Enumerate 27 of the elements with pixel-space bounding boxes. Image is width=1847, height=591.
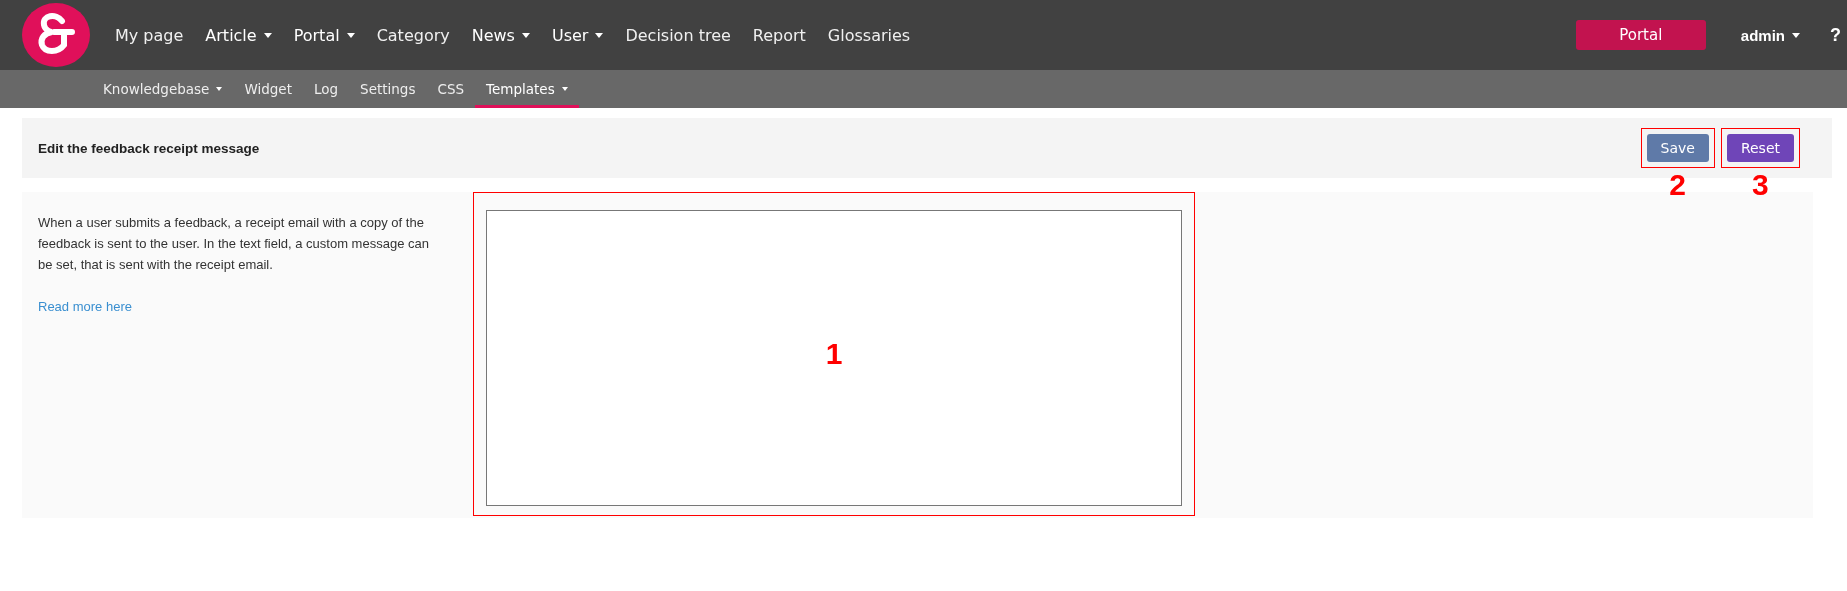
sub-nav-tab[interactable]: Templates [475,70,579,108]
sub-nav-tab[interactable]: Knowledgebase [92,70,234,108]
nav-link[interactable]: My page [104,25,195,45]
nav-link[interactable]: User [540,25,615,45]
portal-button[interactable]: Portal [1575,20,1706,50]
ampersand-logo-icon[interactable] [22,3,90,67]
nav-link[interactable]: Article [194,25,283,45]
sub-nav-tab[interactable]: Settings [349,70,427,108]
nav-link[interactable]: News [460,25,541,45]
help-link[interactable]: ? [1830,24,1841,46]
sub-nav-tab[interactable]: Widget [233,70,303,108]
nav-link[interactable]: Glossaries [816,25,922,45]
nav-link[interactable]: Report [741,25,817,45]
panel-title: Edit the feedback receipt message [38,140,260,156]
user-menu[interactable]: admin [1740,26,1800,44]
description-text: When a user submits a feedback, a receipt email with a copy of the feedback is sent to the user. In the text field, a custom message can be set, that is sent with the receipt email. [38,214,430,274]
nav-link[interactable]: Portal [282,25,366,45]
annotation-number: 2 [1669,170,1687,200]
annotation-number: 1 [825,339,843,369]
save-button[interactable]: Save [1646,134,1709,162]
sub-nav-tab[interactable]: Log [302,70,350,108]
sub-nav-tab[interactable]: CSS [426,70,476,108]
caret-icon [1792,32,1800,38]
annotation-number: 3 [1752,170,1769,200]
reset-button[interactable]: Reset [1726,134,1794,162]
nav-link[interactable]: Category [365,25,461,45]
nav-link[interactable]: Decision tree [614,25,742,45]
